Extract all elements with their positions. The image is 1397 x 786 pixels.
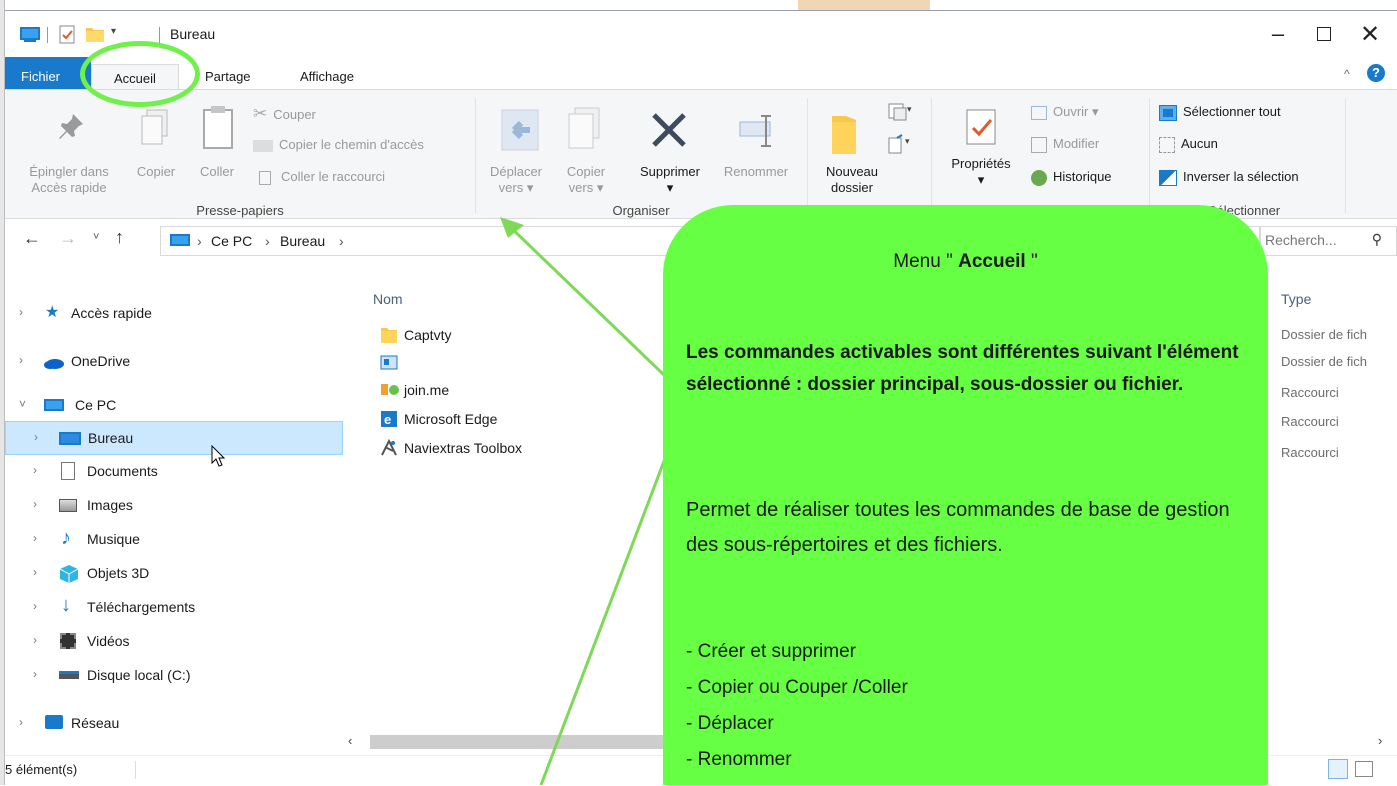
- callout-title-suffix: ": [1030, 251, 1038, 272]
- callout-list-item: - Créer et supprimer: [686, 641, 856, 662]
- callout-title: Menu " Accueil ": [663, 251, 1268, 273]
- callout-paragraph: Permet de réaliser toutes les commandes …: [686, 499, 1230, 556]
- callout-box: Menu " Accueil " Les commandes activable…: [663, 205, 1268, 785]
- callout-title-bold: Accueil: [958, 251, 1026, 272]
- callout-list-item: - Copier ou Couper /Coller: [686, 677, 908, 698]
- callout-bold-text: Les commandes activables sont différente…: [686, 342, 1239, 395]
- callout-title-prefix: Menu ": [893, 251, 953, 272]
- callout-list-item: - Renommer: [686, 749, 792, 770]
- callout-list-item: - Déplacer: [686, 713, 774, 734]
